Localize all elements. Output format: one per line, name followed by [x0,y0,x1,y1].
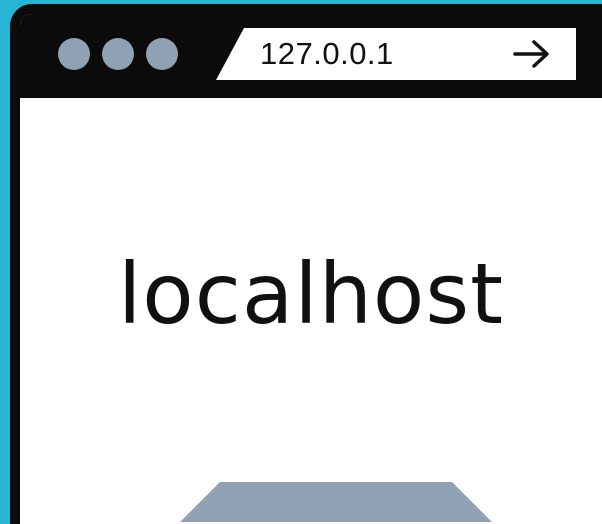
address-input[interactable]: 127.0.0.1 [260,34,394,74]
page-heading: localhost [117,245,505,343]
browser-titlebar: 127.0.0.1 [20,14,602,98]
window-dot-1[interactable] [58,38,90,70]
bottom-shape [180,482,492,522]
browser-window: 127.0.0.1 localhost [10,4,602,524]
address-bar[interactable]: 127.0.0.1 [216,28,576,80]
arrow-right-icon[interactable] [512,39,552,69]
window-dot-3[interactable] [146,38,178,70]
window-dot-2[interactable] [102,38,134,70]
